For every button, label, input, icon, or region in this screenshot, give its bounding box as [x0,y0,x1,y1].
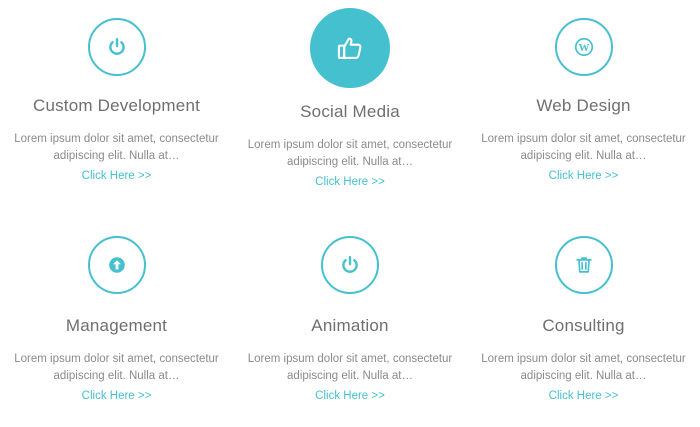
click-here-link[interactable]: Click Here >> [549,170,619,182]
service-title: Management [65,316,168,335]
thumbs-up-icon [337,37,362,59]
service-title: Custom Development [32,96,201,115]
trash-icon [575,257,592,273]
service-title: Animation [311,316,389,335]
click-here-link[interactable]: Click Here >> [315,390,385,402]
services-grid: Custom Development Lorem ipsum dolor sit… [0,0,700,427]
click-here-link[interactable]: Click Here >> [82,390,152,402]
power-icon [342,256,358,273]
service-consulting: Consulting Lorem ipsum dolor sit amet, c… [467,218,700,427]
service-social-media: Social Media Lorem ipsum dolor sit amet,… [233,0,467,218]
service-management: Management Lorem ipsum dolor sit amet, c… [0,218,233,427]
service-custom-development: Custom Development Lorem ipsum dolor sit… [0,0,233,218]
service-title: Web Design [536,96,631,115]
service-description: Lorem ipsum dolor sit amet, consectetur … [14,353,219,382]
service-icon-button[interactable] [87,18,146,76]
upload-arrow-icon [108,257,125,273]
service-animation: Animation Lorem ipsum dolor sit amet, co… [233,218,467,427]
click-here-link[interactable]: Click Here >> [82,170,152,182]
service-description: Lorem ipsum dolor sit amet, consectetur … [481,133,686,162]
service-icon-button[interactable] [554,236,613,294]
service-icon-button[interactable]: W [554,18,613,76]
service-title: Consulting [542,316,625,335]
power-icon [108,38,125,55]
service-description: Lorem ipsum dolor sit amet, consectetur … [481,353,686,382]
click-here-link[interactable]: Click Here >> [315,176,385,188]
svg-text:W: W [578,42,589,54]
service-icon-button[interactable] [87,236,146,294]
wordpress-icon: W [574,37,593,57]
click-here-link[interactable]: Click Here >> [549,390,619,402]
service-icon-button[interactable] [321,236,379,294]
service-description: Lorem ipsum dolor sit amet, consectetur … [14,133,219,162]
service-web-design: W Web Design Lorem ipsum dolor sit amet,… [467,0,700,218]
service-description: Lorem ipsum dolor sit amet, consectetur … [247,353,453,382]
service-description: Lorem ipsum dolor sit amet, consectetur … [247,139,453,168]
service-icon-button[interactable] [310,8,390,88]
service-title: Social Media [300,102,400,121]
